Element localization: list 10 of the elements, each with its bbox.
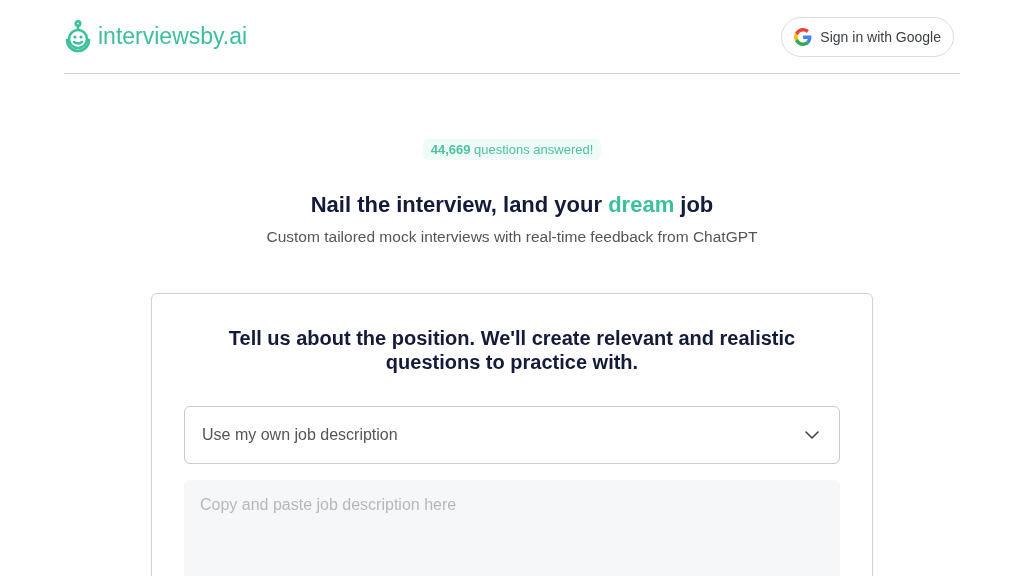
job-description-field[interactable]: Copy and paste job description here: [184, 480, 840, 576]
headline: Nail the interview, land your dream job: [310, 192, 714, 218]
questions-answered-badge: 44,669 questions answered!: [422, 139, 602, 160]
chevron-down-icon: [805, 431, 819, 439]
form-title: Tell us about the position. We'll create relevant and realistic questions to practice with.: [227, 326, 797, 374]
sign-in-google-button[interactable]: Sign in with Google: [781, 16, 954, 57]
google-g-icon: [794, 27, 813, 46]
job-description-select[interactable]: Use my own job description: [184, 406, 840, 464]
subtitle: Custom tailored mock interviews with real-time feedback from ChatGPT: [266, 228, 758, 246]
robot-logo-icon: [64, 19, 92, 54]
